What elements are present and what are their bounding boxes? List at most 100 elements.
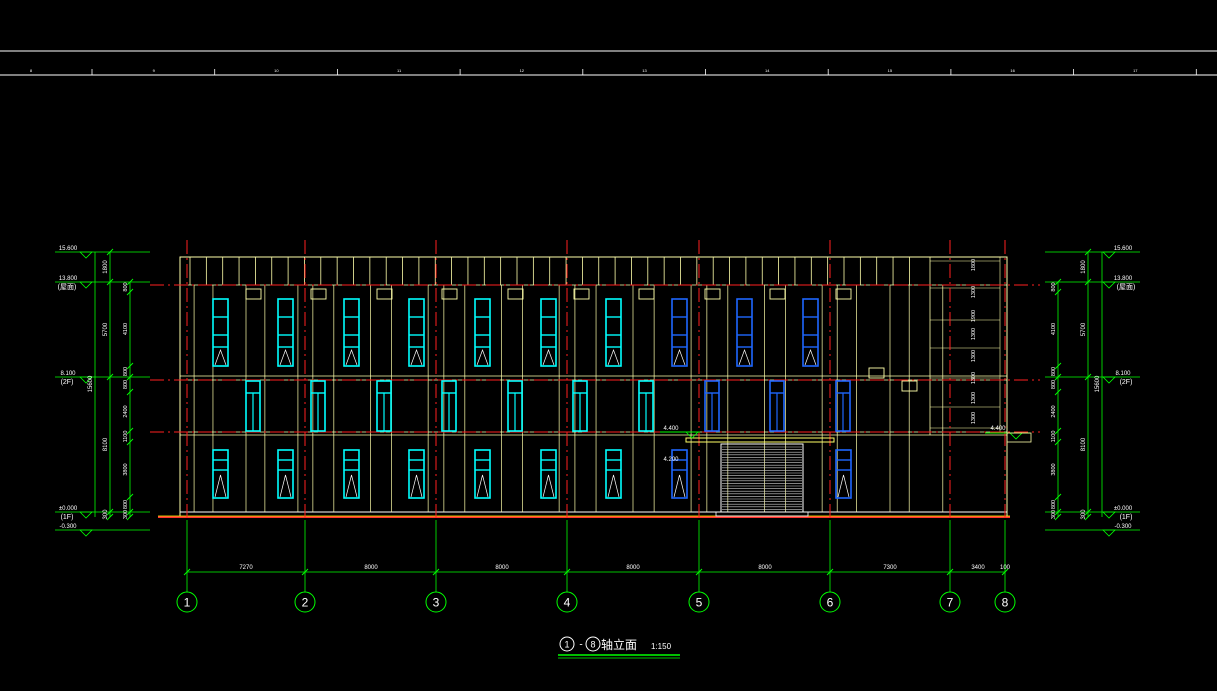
tall-window [605,298,622,367]
window-frame [802,298,819,367]
mid-window [638,380,654,432]
window-opening-mark [738,348,751,366]
level-value: ±0.000 [1114,506,1133,512]
title-scale: 1:150 [651,642,672,651]
tall-window [671,298,688,367]
ruler-mark: 11 [397,68,402,73]
ruler-mark: 8 [30,68,33,73]
dim-inner-value: 2400 [123,405,129,417]
drawing-title: 1 - 8 轴立面 1:150 [558,636,680,659]
window-frame [408,298,425,367]
vent-panel [310,288,327,300]
dim-outer-value: 8100 [103,437,109,451]
door-threshold [715,511,809,517]
dim-inner-value: 300 [123,510,129,519]
window-frame [736,298,753,367]
ground-window [277,449,294,499]
dim-inner-value: 4100 [123,323,129,335]
dim-inner-value: 800 [1051,380,1057,389]
dim-total-value: 15600 [1095,375,1101,392]
ruler-mark: 14 [765,68,770,73]
ground-window [408,449,425,499]
window-opening-mark [542,348,555,366]
window-opening-mark [345,474,358,498]
ruler-mark: 10 [274,68,279,73]
ground-window [212,449,229,499]
window-frame [540,449,557,499]
dim-inner-value: 800 [123,500,129,509]
window-opening-mark [673,348,686,366]
mid-window [835,380,851,432]
mid-window [507,380,523,432]
tall-window [540,298,557,367]
level-value: 8.100 [60,371,76,377]
axis-label: 2 [302,596,309,610]
level-triangle [1102,376,1116,384]
tall-window [802,298,819,367]
dim-outer-value: 5700 [1081,322,1087,336]
window-opening-mark [476,474,489,498]
window-opening-mark [345,348,358,366]
stair-dim-value: 1300 [971,392,977,404]
grid-axes: 1 2 3 4 5 6 7 8 7270 8000 8000 8000 8000 7300 3400 100 [176,520,1016,613]
tall-window [212,298,229,367]
ground-window [540,449,557,499]
window-opening-mark [804,348,817,366]
window-opening-mark [410,348,423,366]
level-value: 15.600 [1114,246,1133,252]
level-tag: (屋面) [1117,283,1136,291]
level-value: 13.800 [1114,276,1133,282]
ruler-mark: 15 [888,68,893,73]
window-opening-mark [607,474,620,498]
stair-dim-value: 1900 [971,310,977,322]
window-opening-mark [410,474,423,498]
level-tag: (2F) [1120,379,1133,386]
window-frame [343,298,360,367]
mid-window [376,380,392,432]
dim-outer-value: 5700 [103,322,109,336]
span-dim-value: 7270 [239,565,253,571]
dim-inner-value: 800 [1051,367,1057,376]
stair-dim-value: 1300 [971,372,977,384]
dim-outer-value: 300 [1081,509,1087,520]
vent-panel [573,288,590,300]
axis-label: 1 [184,596,191,610]
vent-panel [441,288,458,300]
level-value: 13.800 [59,276,78,282]
window-opening-mark [607,348,620,366]
dim-outer-value: 1800 [103,260,109,274]
ground-window [605,449,622,499]
level-tag: (2F) [61,379,74,386]
vent-panel [638,288,655,300]
stair-dim-value: 1300 [971,412,977,424]
axis-label: 8 [1002,596,1009,610]
dim-total-value: 15600 [88,375,94,392]
building-outline [179,256,1008,518]
window-opening-mark [279,474,292,498]
level-triangle [1102,511,1116,519]
dim-inner-value: 300 [1051,510,1057,519]
level-value: 8.100 [1115,371,1131,377]
window-frame [605,298,622,367]
tall-window [277,298,294,367]
window-opening-mark [837,474,850,498]
rolling-door [715,443,809,517]
tall-window [343,298,360,367]
vent-panel [376,288,393,300]
window-opening-mark [542,474,555,498]
canopy-slab [685,437,835,443]
ruler-mark: 12 [520,68,525,73]
span-dim-value: 3400 [971,565,985,571]
level-triangle [79,529,93,537]
ground-window [835,449,852,499]
dim-inner-value: 800 [1051,282,1057,291]
top-ruler: 8 9 10 11 12 13 14 15 16 17 [0,50,1217,76]
dim-inner-value: 1100 [1051,431,1057,443]
canopy-level-upper: 4.400 [663,426,679,432]
title-axis-end: 8 [590,640,595,650]
window-opening-mark [673,474,686,498]
level-triangle [79,281,93,289]
span-dim-value: 7300 [883,565,897,571]
title-text: 轴立面 [601,637,637,652]
level-value: 15.600 [59,246,78,252]
